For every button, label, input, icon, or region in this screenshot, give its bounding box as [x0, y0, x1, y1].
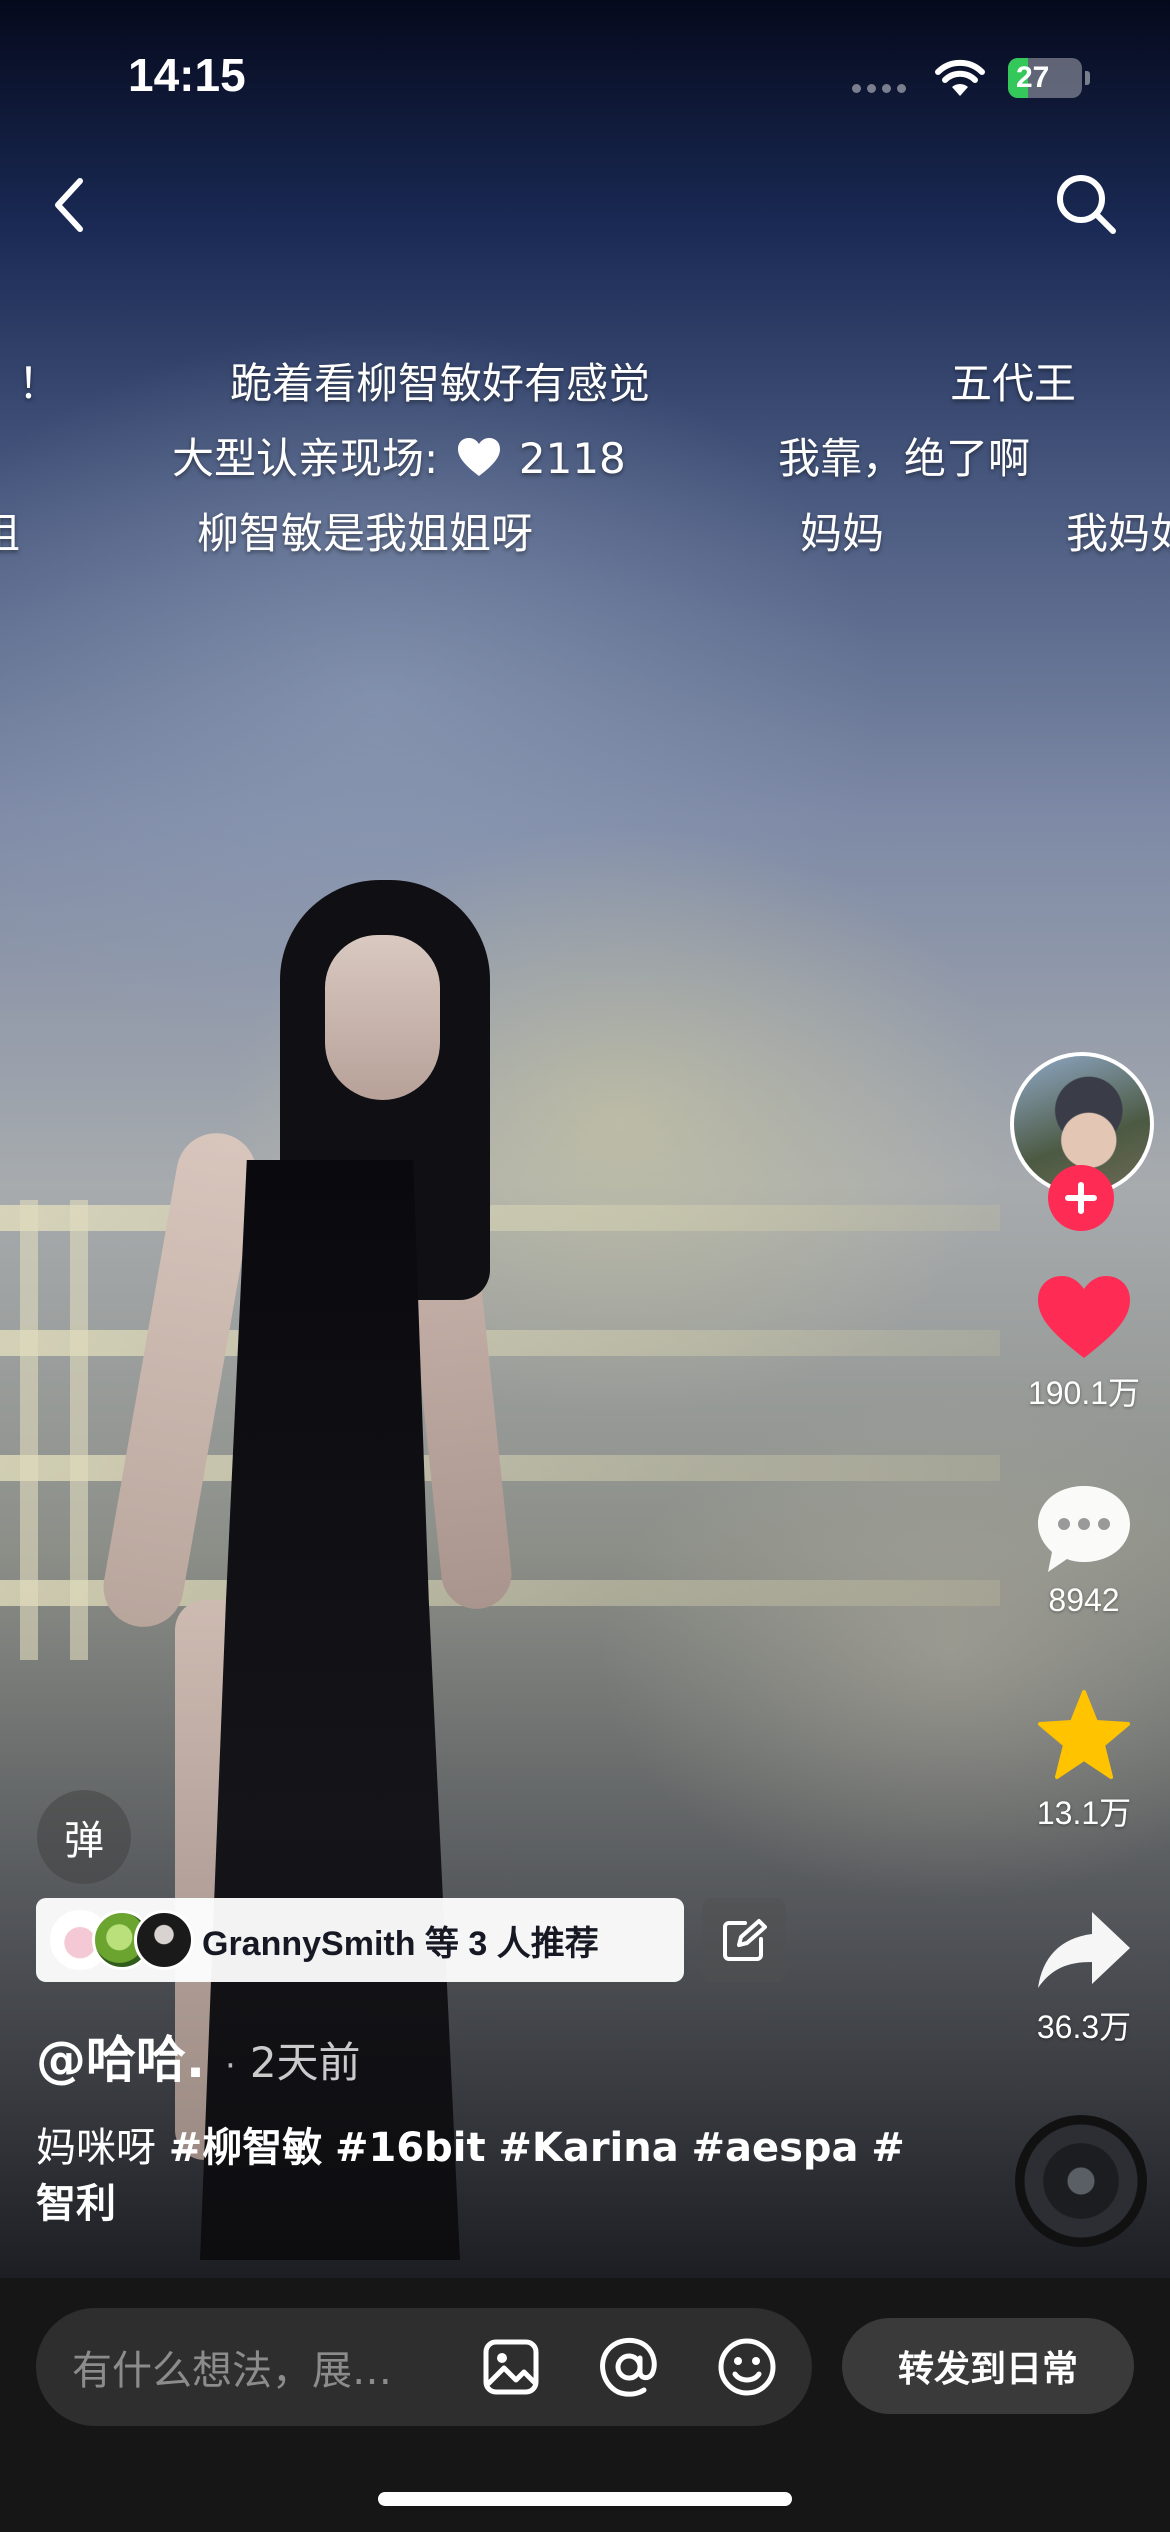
heart-icon [1038, 1276, 1130, 1358]
favorite-count: 13.1万 [1036, 1795, 1132, 1831]
search-button[interactable] [1050, 168, 1122, 240]
share-button[interactable]: 36.3万 [1010, 1906, 1158, 2048]
danmu-toggle-label: 弹 [64, 1818, 104, 1864]
danmaku-item: 姐 [0, 500, 20, 561]
heart-icon [456, 436, 502, 488]
home-indicator[interactable] [378, 2492, 792, 2506]
star-icon [1038, 1690, 1130, 1779]
recommend-text: GrannySmith 等 3 人推荐 [202, 1924, 599, 1963]
edit-recommend-button[interactable] [702, 1898, 786, 1982]
at-icon[interactable] [594, 2332, 664, 2402]
danmaku-item: 跪着看柳智敏好有感觉 [230, 359, 651, 408]
stage-post [70, 1200, 88, 1660]
edit-icon [723, 1919, 767, 1961]
back-button[interactable] [38, 170, 102, 240]
back-icon [55, 178, 83, 232]
danmaku-text: 大型认亲现场: [172, 434, 439, 483]
danmu-toggle-button[interactable]: 弹 [37, 1790, 131, 1884]
comment-count: 8942 [1048, 1582, 1120, 1618]
author-name[interactable]: @哈哈. [36, 2020, 205, 2092]
image-icon[interactable] [476, 2332, 546, 2402]
caption-text: 妈咪呀 [36, 2125, 169, 2171]
danmaku-item: 五代王 [950, 359, 1077, 408]
like-button[interactable]: 190.1万 [1010, 1272, 1158, 1414]
favorite-button[interactable]: 13.1万 [1010, 1688, 1158, 1834]
emoji-icon[interactable] [712, 2332, 782, 2402]
hashtag[interactable]: #aespa [691, 2125, 858, 2171]
comment-icon [1038, 1486, 1130, 1572]
status-bar: 14:15 27 [0, 0, 1170, 150]
performer-face [325, 935, 440, 1100]
hashtag[interactable]: #柳智敏 [169, 2125, 323, 2171]
stage-railing [0, 1205, 1000, 1231]
search-icon [1057, 175, 1116, 234]
bottom-bar: 有什么想法，展… 转发到日常 [0, 2278, 1170, 2532]
recommend-bar[interactable]: GrannySmith 等 3 人推荐 [36, 1898, 684, 1982]
hashtag[interactable]: #Karina [498, 2125, 678, 2171]
danmaku-item: 柳智敏是我姐姐呀 [197, 509, 534, 558]
forward-to-daily-button[interactable]: 转发到日常 [842, 2318, 1134, 2414]
video-caption: 妈咪呀 #柳智敏 #16bit #Karina #aespa #智利 [36, 2120, 906, 2232]
danmaku-item-likes: 大型认亲现场: 2118 [172, 425, 626, 488]
status-time: 14:15 [128, 49, 246, 101]
like-count: 190.1万 [1027, 1375, 1141, 1411]
cellular-signal-icon [852, 84, 906, 93]
stage-post [20, 1200, 38, 1660]
comment-placeholder: 有什么想法，展… [72, 2348, 392, 2394]
forward-label: 转发到日常 [897, 2349, 1078, 2390]
author-line: @哈哈. · 2天前 [36, 2020, 361, 2092]
post-time: 2天前 [249, 2038, 361, 2087]
recommender-avatar [134, 1910, 194, 1970]
danmaku-item: ！ [18, 359, 61, 408]
separator-dot: · [225, 2046, 236, 2086]
danmaku-item: 我妈如 [1066, 509, 1170, 558]
danmaku-item: 我靠，绝了啊 [778, 434, 1031, 483]
battery-level: 27 [1016, 61, 1050, 94]
danmaku-item: 妈妈 [800, 509, 885, 558]
music-disc[interactable] [1015, 2115, 1147, 2247]
comment-input[interactable]: 有什么想法，展… [36, 2308, 812, 2426]
share-icon [1038, 1912, 1130, 1988]
wifi-icon [934, 58, 986, 102]
hashtag[interactable]: #16bit [335, 2125, 486, 2171]
follow-button[interactable] [1048, 1165, 1114, 1231]
battery-icon: 27 [1008, 58, 1090, 98]
comment-button[interactable]: 8942 [1010, 1482, 1158, 1619]
danmaku-like-count: 2118 [518, 434, 626, 483]
share-count: 36.3万 [1036, 2009, 1132, 2045]
plus-icon [1065, 1182, 1097, 1214]
